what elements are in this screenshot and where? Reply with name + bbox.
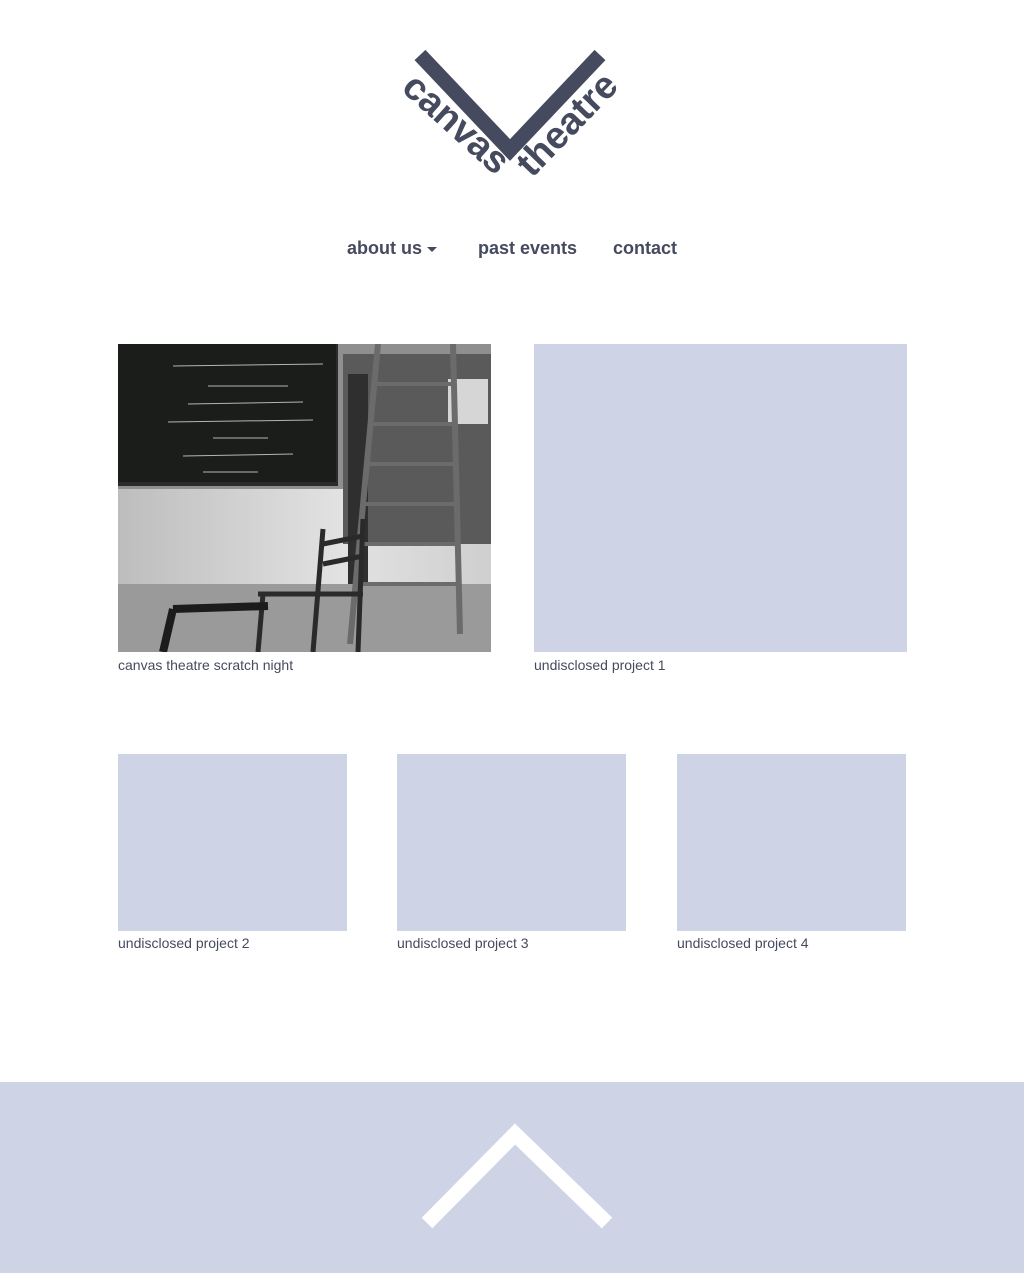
chevron-up-icon <box>421 1123 613 1229</box>
project-photo <box>118 344 491 652</box>
project-card-scratch-night[interactable]: canvas theatre scratch night <box>118 344 491 674</box>
scratch-night-photo-image <box>118 344 491 652</box>
project-card-2[interactable]: undisclosed project 2 <box>118 754 347 954</box>
project-caption: undisclosed project 4 <box>677 935 809 951</box>
project-placeholder-image <box>397 754 626 931</box>
canvas-theatre-logo-icon: canvas theatre <box>394 49 626 185</box>
nav-about-us[interactable]: about us <box>347 236 437 260</box>
project-placeholder-image <box>677 754 906 931</box>
project-placeholder-image <box>534 344 907 652</box>
nav-about-us-label: about us <box>347 238 422 258</box>
caret-down-icon[interactable] <box>427 246 437 252</box>
project-caption: undisclosed project 1 <box>534 657 666 673</box>
project-card-1[interactable]: undisclosed project 1 <box>534 344 907 674</box>
project-card-3[interactable]: undisclosed project 3 <box>397 754 626 954</box>
site-logo[interactable]: canvas theatre <box>390 40 640 190</box>
project-caption: canvas theatre scratch night <box>118 657 294 673</box>
nav-past-events[interactable]: past events <box>478 236 577 260</box>
back-to-top-button[interactable] <box>420 1120 614 1230</box>
project-card-4[interactable]: undisclosed project 4 <box>677 754 906 954</box>
main-nav: about us past events contact <box>0 236 1024 262</box>
nav-contact[interactable]: contact <box>613 236 677 260</box>
project-placeholder-image <box>118 754 347 931</box>
project-caption: undisclosed project 3 <box>397 935 529 951</box>
project-caption: undisclosed project 2 <box>118 935 250 951</box>
